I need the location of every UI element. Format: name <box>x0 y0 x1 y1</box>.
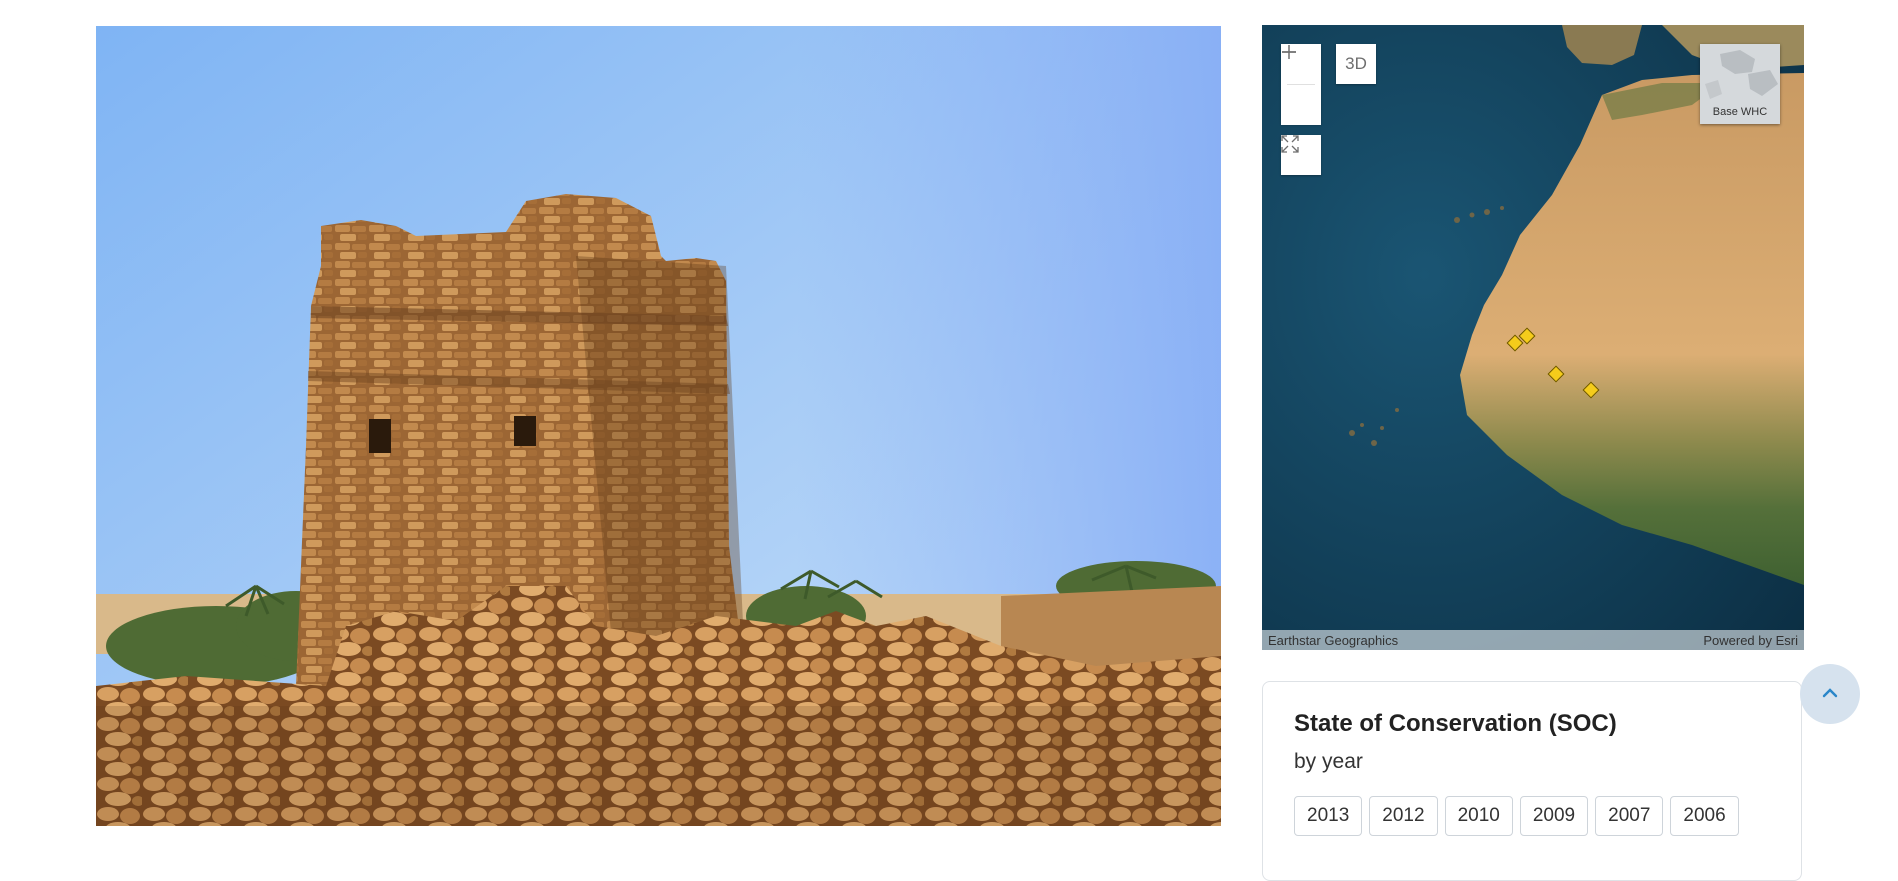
soc-year-button[interactable]: 2007 <box>1595 796 1664 836</box>
attribution-source: Earthstar Geographics <box>1268 632 1399 648</box>
soc-year-button[interactable]: 2012 <box>1369 796 1438 836</box>
soc-year-list: 2013 2012 2010 2009 2007 2006 <box>1294 796 1770 836</box>
soc-year-button[interactable]: 2006 <box>1670 796 1739 836</box>
zoom-controls <box>1281 44 1321 125</box>
attribution-powered-by[interactable]: Powered by Esri <box>1703 633 1798 648</box>
soc-year-button[interactable]: 2010 <box>1444 796 1513 836</box>
soc-card: State of Conservation (SOC) by year 2013… <box>1262 681 1802 881</box>
stone-tower-illustration <box>96 26 1221 826</box>
soc-subtitle: by year <box>1294 750 1363 773</box>
fullscreen-button[interactable] <box>1281 135 1321 175</box>
soc-year-button[interactable]: 2013 <box>1294 796 1363 836</box>
zoom-out-button[interactable] <box>1281 51 1321 125</box>
site-photo <box>96 26 1221 826</box>
chevron-up-icon <box>1822 685 1838 703</box>
back-to-top-button[interactable] <box>1800 664 1860 724</box>
soc-year-button[interactable]: 2009 <box>1519 796 1589 836</box>
soc-title: State of Conservation (SOC) <box>1294 710 1617 737</box>
basemap-toggle[interactable]: Base WHC <box>1700 44 1780 124</box>
location-map[interactable]: 3D Base WHC Earthstar Geographics Powere… <box>1262 25 1804 650</box>
map-attribution: Earthstar Geographics Powered by Esri <box>1262 630 1804 650</box>
view-3d-button[interactable]: 3D <box>1336 44 1376 84</box>
basemap-label: Base WHC <box>1712 106 1768 118</box>
